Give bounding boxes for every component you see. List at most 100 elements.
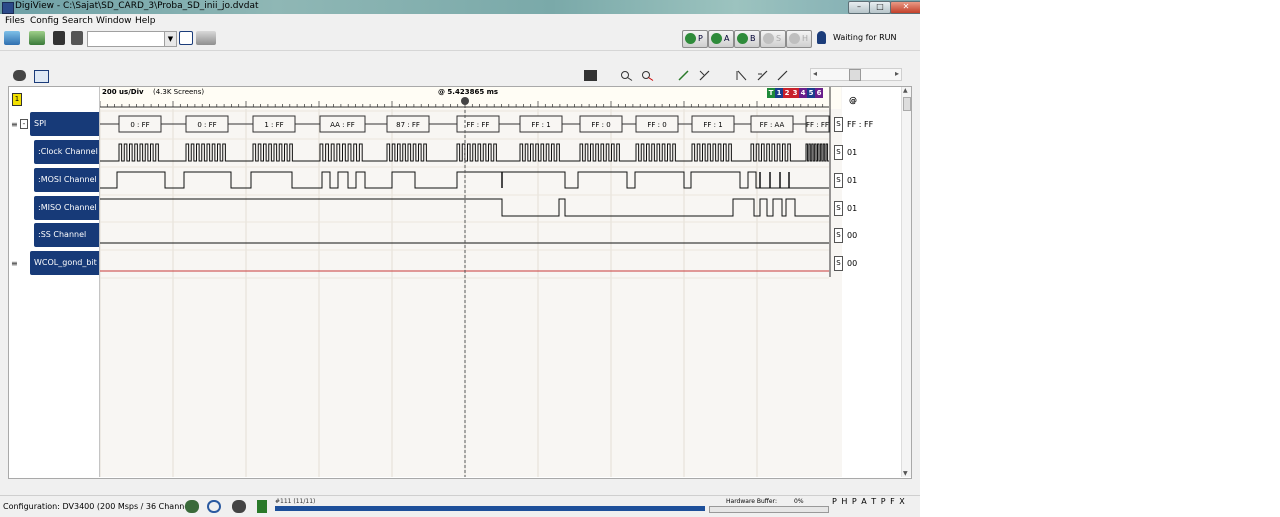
maximize-button[interactable]: □ bbox=[869, 1, 891, 14]
zoom-in-icon[interactable] bbox=[620, 70, 633, 81]
marker-badge-1[interactable]: 1 bbox=[775, 88, 783, 98]
play-icon bbox=[789, 33, 800, 44]
scroll-up-icon[interactable]: ▲ bbox=[903, 87, 908, 94]
run-button-3[interactable]: S bbox=[760, 30, 786, 48]
marker-badge-4[interactable]: 4 bbox=[799, 88, 807, 98]
main-toolbar: ▼ P A B S H Waiting for RUN bbox=[0, 28, 920, 51]
marker-badge-0[interactable]: T bbox=[767, 88, 775, 98]
drag-handle-icon[interactable]: ≡ bbox=[11, 120, 18, 129]
digiview-window: DigiView - C:\Sajat\SD_CARD_3\Proba_SD_i… bbox=[0, 0, 920, 517]
window-icon[interactable] bbox=[179, 31, 193, 45]
print-icon[interactable] bbox=[53, 31, 65, 45]
edge-find-icon[interactable] bbox=[735, 70, 748, 81]
zoom-out-icon[interactable] bbox=[641, 70, 654, 81]
channel-value-2: 01 bbox=[847, 176, 858, 185]
marker-badge-3[interactable]: 3 bbox=[791, 88, 799, 98]
spi-frame-label: FF : FF bbox=[806, 121, 829, 129]
play-icon bbox=[711, 33, 722, 44]
menu-config[interactable]: Config bbox=[30, 16, 59, 26]
waveform-area[interactable]: 0 : FF 0 : FF 1 : FF AA : FF 87 : FF FF : FF F… bbox=[100, 87, 842, 477]
menu-files[interactable]: Files bbox=[5, 16, 25, 26]
run-status-text: Waiting for RUN bbox=[833, 33, 897, 42]
channel-label-5[interactable]: WCOL_gond_bit bbox=[30, 251, 99, 275]
channel-scroll-icon[interactable]: S bbox=[834, 173, 843, 188]
status-bar: Configuration: DV3400 (200 Msps / 36 Cha… bbox=[0, 495, 920, 517]
scale-label: 200 us/Div bbox=[102, 88, 144, 96]
screens-label: (4.3K Screens) bbox=[153, 88, 205, 96]
menu-help[interactable]: Help bbox=[135, 16, 156, 26]
channel-scroll-icon[interactable]: S bbox=[834, 117, 843, 132]
timeline-scrollbar[interactable]: ◂ ▸ bbox=[810, 68, 902, 81]
status-bulb-icon bbox=[817, 31, 826, 44]
page-marker-badge[interactable]: 1 bbox=[12, 93, 22, 106]
hardware-icon[interactable] bbox=[185, 500, 199, 513]
marker-badge-5[interactable]: 5 bbox=[807, 88, 815, 98]
channel-value-5: 00 bbox=[847, 259, 858, 268]
run-button-0[interactable]: P bbox=[682, 30, 708, 48]
app-icon bbox=[2, 2, 14, 14]
run-button-2[interactable]: B bbox=[734, 30, 760, 48]
edge-find-prev-icon[interactable] bbox=[776, 70, 789, 81]
window-title: DigiView - C:\Sajat\SD_CARD_3\Proba_SD_i… bbox=[15, 1, 259, 11]
connection-icon[interactable] bbox=[232, 500, 246, 513]
marker-next-icon[interactable] bbox=[698, 70, 711, 81]
play-icon bbox=[685, 33, 696, 44]
menu-window[interactable]: Window bbox=[96, 16, 132, 26]
run-button-label: B bbox=[750, 34, 756, 43]
marker-badge-6[interactable]: 6 bbox=[815, 88, 823, 98]
title-bar: DigiView - C:\Sajat\SD_CARD_3\Proba_SD_i… bbox=[0, 0, 920, 14]
channel-label-0[interactable]: SPI bbox=[30, 112, 99, 136]
channel-value-4: 00 bbox=[847, 231, 858, 240]
spi-frame-label: FF : FF bbox=[467, 121, 490, 129]
channel-label-2[interactable]: :MOSI Channel bbox=[34, 168, 99, 192]
hardware-buffer-label: Hardware Buffer: bbox=[726, 498, 778, 505]
marker-badge-2[interactable]: 2 bbox=[783, 88, 791, 98]
scroll-left-icon[interactable]: ◂ bbox=[813, 69, 817, 79]
menu-search[interactable]: Search bbox=[62, 16, 93, 26]
chevron-down-icon[interactable]: ▼ bbox=[164, 32, 176, 46]
open-icon[interactable] bbox=[4, 31, 20, 45]
drag-handle-icon[interactable]: ≡ bbox=[11, 259, 18, 268]
menu-bar: Files Config Search Window Help bbox=[0, 14, 920, 28]
marker-prev-icon[interactable] bbox=[677, 70, 690, 81]
close-button[interactable]: ✕ bbox=[890, 1, 920, 14]
channel-label-4[interactable]: :SS Channel bbox=[34, 223, 99, 247]
configuration-text: Configuration: DV3400 (200 Msps / 36 Cha… bbox=[3, 502, 199, 511]
vertical-scrollbar[interactable]: ▲ ▼ bbox=[901, 87, 911, 477]
spi-frame-label: 0 : FF bbox=[130, 121, 149, 129]
channel-scroll-icon[interactable]: S bbox=[834, 228, 843, 243]
waveform-panel: 1 SPI ≡ -:Clock Channel:MOSI Channel:MISO … bbox=[8, 86, 912, 479]
progress-bar bbox=[275, 506, 705, 511]
refresh-icon[interactable] bbox=[207, 500, 221, 513]
capture-icon[interactable] bbox=[584, 70, 597, 81]
run-button-1[interactable]: A bbox=[708, 30, 734, 48]
scroll-right-icon[interactable]: ▸ bbox=[895, 69, 899, 79]
run-button-4[interactable]: H bbox=[786, 30, 812, 48]
channel-scroll-icon[interactable]: S bbox=[834, 201, 843, 216]
channel-setup-icon[interactable] bbox=[13, 70, 26, 81]
spi-frame-label: FF : AA bbox=[760, 121, 785, 129]
save-icon[interactable] bbox=[29, 31, 45, 45]
channel-label-1[interactable]: :Clock Channel bbox=[34, 140, 99, 164]
edge-find-next-icon[interactable] bbox=[756, 70, 769, 81]
waveform-view-icon[interactable] bbox=[34, 70, 49, 83]
book-icon[interactable] bbox=[257, 500, 267, 513]
vscroll-thumb[interactable] bbox=[903, 97, 911, 111]
run-button-label: H bbox=[802, 34, 809, 43]
view-selector-combo[interactable]: ▼ bbox=[87, 31, 177, 47]
time-cursor-handle-icon bbox=[461, 97, 469, 105]
spi-frame-label: 0 : FF bbox=[197, 121, 216, 129]
settings-gear-icon[interactable] bbox=[196, 31, 216, 45]
status-flags: P H P A T P F X bbox=[832, 497, 906, 506]
print-setup-icon[interactable] bbox=[71, 31, 83, 45]
minimize-button[interactable]: – bbox=[848, 1, 870, 14]
channel-scroll-icon[interactable]: S bbox=[834, 145, 843, 160]
collapse-icon[interactable]: - bbox=[20, 119, 28, 129]
scroll-down-icon[interactable]: ▼ bbox=[903, 470, 908, 477]
scroll-thumb[interactable] bbox=[849, 69, 861, 81]
play-icon bbox=[763, 33, 774, 44]
channel-scroll-icon[interactable]: S bbox=[834, 256, 843, 271]
channel-label-3[interactable]: :MISO Channel bbox=[34, 196, 99, 220]
spi-frame-label: AA : FF bbox=[330, 121, 355, 129]
hardware-buffer-percent: 0% bbox=[794, 498, 804, 505]
